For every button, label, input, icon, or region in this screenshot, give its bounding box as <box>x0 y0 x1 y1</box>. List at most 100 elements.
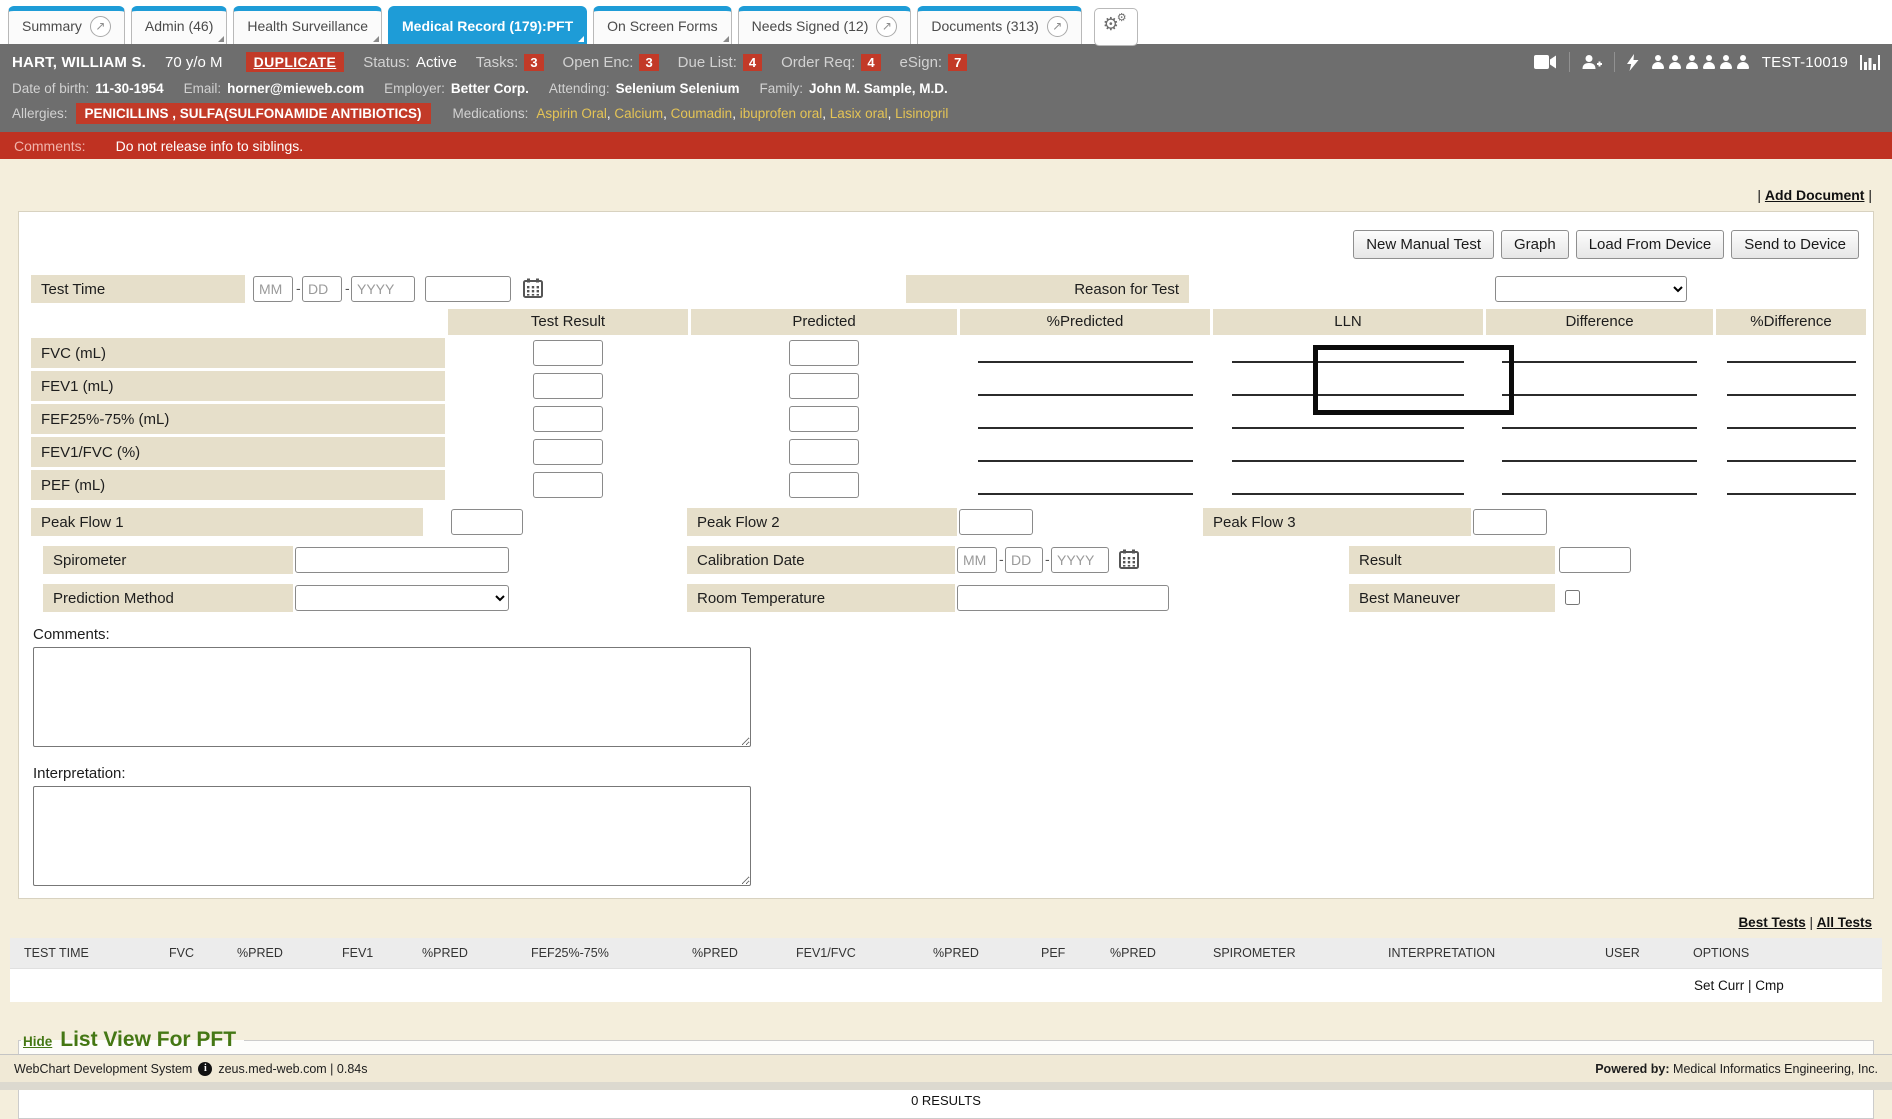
footer-powered-by-value: Medical Informatics Engineering, Inc. <box>1673 1062 1878 1076</box>
gear-icon-small: ⚙ <box>1117 11 1127 24</box>
test-time-year-input[interactable] <box>351 276 415 302</box>
test-result-input-cell <box>448 371 688 401</box>
room-temperature-input[interactable] <box>957 585 1169 611</box>
lightning-bolt-icon[interactable] <box>1627 54 1639 71</box>
best-maneuver-checkbox[interactable] <box>1565 590 1580 605</box>
info-icon[interactable]: i <box>198 1062 212 1076</box>
measure-row-label: FVC (mL) <box>31 338 445 368</box>
status-label: Status: <box>363 54 410 71</box>
test-time-day-input[interactable] <box>302 276 342 302</box>
listview-title: List View For PFT <box>60 1028 236 1052</box>
popout-icon[interactable]: ↗ <box>90 16 111 37</box>
spirometer-label: Spirometer <box>43 546 293 574</box>
graph-button[interactable]: Graph <box>1501 230 1569 259</box>
medication-link[interactable]: ibuprofen oral <box>740 106 823 121</box>
patient-name: HART, WILLIAM S. <box>12 54 146 71</box>
test-result-input[interactable] <box>533 373 603 399</box>
calibration-month-input[interactable] <box>957 547 997 573</box>
test-result-input[interactable] <box>533 439 603 465</box>
comments-label: Comments: <box>14 138 86 154</box>
result-label: Result <box>1349 546 1555 574</box>
tab-medical-record[interactable]: Medical Record (179):PFT <box>388 6 587 44</box>
tab-label: Medical Record (179):PFT <box>402 18 573 34</box>
peak-flow-2-input[interactable] <box>959 509 1033 535</box>
peak-flow-1-label: Peak Flow 1 <box>31 508 423 536</box>
predicted-input[interactable] <box>789 472 859 498</box>
tab-health-surveillance[interactable]: Health Surveillance <box>233 6 382 44</box>
add-person-icon[interactable] <box>1582 55 1602 70</box>
grid-corner-cell <box>31 309 445 335</box>
new-manual-test-button[interactable]: New Manual Test <box>1353 230 1494 259</box>
predicted-input[interactable] <box>789 340 859 366</box>
load-from-device-button[interactable]: Load From Device <box>1576 230 1725 259</box>
predicted-input[interactable] <box>789 406 859 432</box>
pft-toolbar: New Manual Test Graph Load From Device S… <box>31 230 1859 259</box>
popout-icon[interactable]: ↗ <box>1047 16 1068 37</box>
tab-on-screen-forms[interactable]: On Screen Forms <box>593 6 731 44</box>
test-result-input[interactable] <box>533 472 603 498</box>
calendar-icon[interactable] <box>1119 549 1139 569</box>
tab-needs-signed[interactable]: Needs Signed (12) ↗ <box>738 6 912 44</box>
difference-value-cell <box>1486 371 1713 401</box>
send-to-device-button[interactable]: Send to Device <box>1731 230 1859 259</box>
medication-link[interactable]: Coumadin <box>671 106 733 121</box>
predicted-input[interactable] <box>789 439 859 465</box>
medication-link[interactable]: Calcium <box>614 106 663 121</box>
results-column-header: %PRED <box>422 946 468 960</box>
lln-value-cell <box>1213 338 1483 368</box>
family-value: John M. Sample, M.D. <box>809 81 948 96</box>
medication-link[interactable]: Lisinopril <box>895 106 948 121</box>
result-input[interactable] <box>1559 547 1631 573</box>
tasks-label: Tasks: <box>476 54 519 71</box>
calendar-icon[interactable] <box>523 278 543 298</box>
pct-predicted-blank-line <box>978 427 1193 429</box>
tab-documents[interactable]: Documents (313) ↗ <box>917 6 1081 44</box>
predicted-input[interactable] <box>789 373 859 399</box>
tab-summary[interactable]: Summary ↗ <box>8 6 125 44</box>
interpretation-label: Interpretation: <box>33 765 1861 782</box>
all-tests-link[interactable]: All Tests <box>1817 915 1872 930</box>
best-tests-link[interactable]: Best Tests <box>1738 915 1805 930</box>
settings-gear-button[interactable]: ⚙ ⚙ <box>1094 8 1138 46</box>
test-result-input-cell <box>448 338 688 368</box>
lln-blank-line <box>1232 361 1464 363</box>
duplicate-badge[interactable]: DUPLICATE <box>246 52 345 72</box>
add-document-link[interactable]: Add Document <box>1765 187 1865 203</box>
peak-flow-1-input[interactable] <box>451 509 523 535</box>
spirometer-input[interactable] <box>295 547 509 573</box>
tab-label: Needs Signed (12) <box>752 18 869 34</box>
bar-chart-icon[interactable] <box>1860 54 1880 70</box>
open-enc-count-badge[interactable]: 3 <box>639 54 658 71</box>
test-result-input[interactable] <box>533 340 603 366</box>
test-result-input[interactable] <box>533 406 603 432</box>
peak-flow-3-input[interactable] <box>1473 509 1547 535</box>
pct-difference-blank-line <box>1727 427 1856 429</box>
hide-link[interactable]: Hide <box>23 1034 52 1049</box>
video-camera-icon[interactable] <box>1534 55 1557 69</box>
comments-alert-bar: Comments: Do not release info to sibling… <box>0 132 1892 159</box>
order-req-count-badge[interactable]: 4 <box>861 54 880 71</box>
difference-blank-line <box>1502 361 1697 363</box>
popout-icon[interactable]: ↗ <box>876 16 897 37</box>
lln-blank-line <box>1232 493 1464 495</box>
due-list-count-badge[interactable]: 4 <box>743 54 762 71</box>
pct-difference-value-cell <box>1716 371 1866 401</box>
calibration-day-input[interactable] <box>1005 547 1043 573</box>
reason-for-test-select[interactable] <box>1495 276 1687 302</box>
medication-link[interactable]: Aspirin Oral <box>536 106 607 121</box>
test-time-month-input[interactable] <box>253 276 293 302</box>
form-comments-textarea[interactable] <box>33 647 751 747</box>
esign-count-badge[interactable]: 7 <box>948 54 967 71</box>
set-curr-cmp-links[interactable]: Set Curr | Cmp <box>1694 978 1784 993</box>
tab-label: On Screen Forms <box>607 18 717 34</box>
pct-predicted-value-cell <box>960 371 1210 401</box>
medication-link[interactable]: Lasix oral <box>830 106 888 121</box>
calibration-year-input[interactable] <box>1051 547 1109 573</box>
test-time-time-input[interactable] <box>425 276 511 302</box>
allergies-badge[interactable]: PENICILLINS , SULFA(SULFONAMIDE ANTIBIOT… <box>76 103 431 124</box>
tasks-count-badge[interactable]: 3 <box>524 54 543 71</box>
prediction-method-select[interactable] <box>295 585 509 611</box>
interpretation-textarea[interactable] <box>33 786 751 886</box>
active-users-icons[interactable] <box>1651 55 1750 69</box>
tab-admin[interactable]: Admin (46) <box>131 6 227 44</box>
